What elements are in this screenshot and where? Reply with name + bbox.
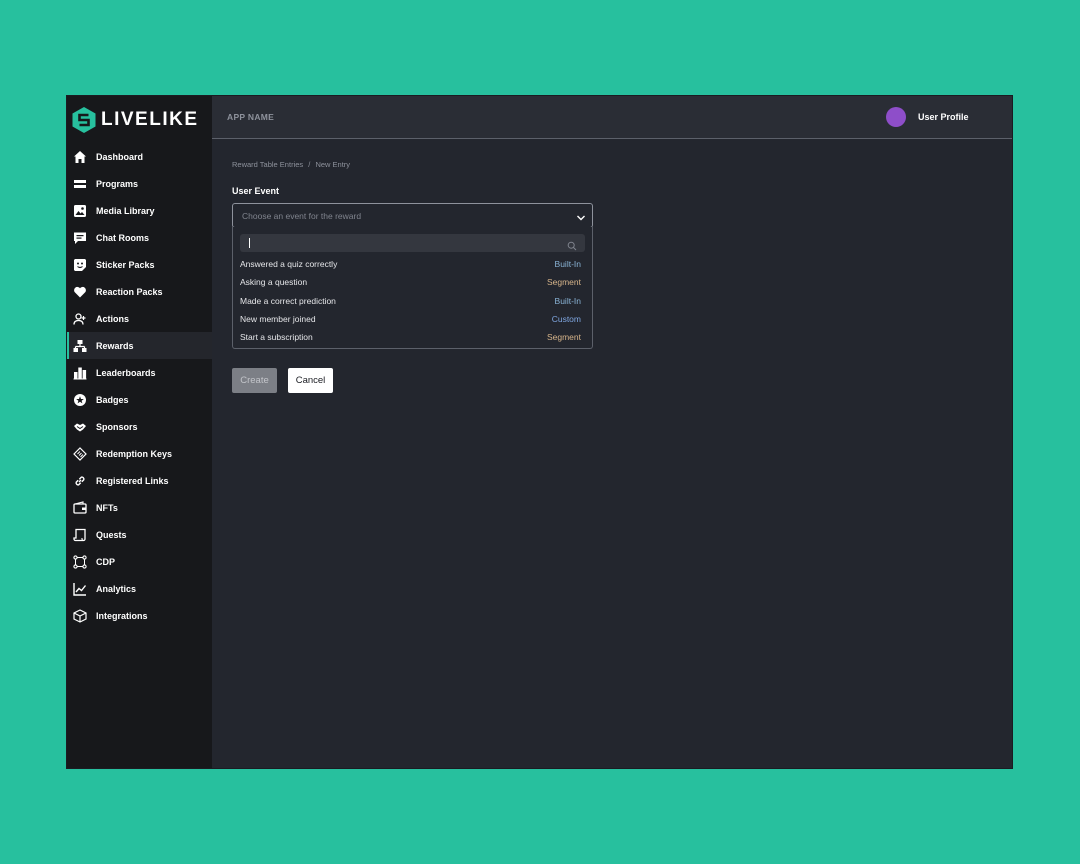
scroll-icon — [72, 527, 87, 542]
programs-icon — [72, 176, 87, 191]
livelike-logo[interactable]: LIVELIKE — [71, 106, 199, 134]
main-content: Reward Table Entries / New Entry User Ev… — [212, 139, 1012, 768]
sidebar-item-cdp[interactable]: CDP — [67, 548, 212, 575]
event-option[interactable]: New member joined Custom — [233, 310, 592, 328]
user-event-select[interactable]: Choose an event for the reward — [232, 203, 593, 228]
sidebar: LIVELIKE Dashboard Programs Media Librar… — [67, 96, 212, 768]
ticket-icon — [72, 446, 87, 461]
sidebar-item-label: Integrations — [96, 610, 148, 621]
sidebar-item-label: Redemption Keys — [96, 448, 173, 459]
event-option-type: Built-In — [554, 295, 581, 306]
sidebar-item-quests[interactable]: Quests — [67, 521, 212, 548]
sidebar-item-label: Sticker Packs — [96, 259, 155, 270]
event-option-type: Built-In — [554, 259, 581, 270]
user-event-label: User Event — [232, 186, 280, 196]
breadcrumb-parent[interactable]: Reward Table Entries — [232, 160, 303, 169]
sidebar-item-label: Badges — [96, 394, 129, 405]
user-profile-link[interactable]: User Profile — [918, 112, 969, 122]
event-option-name: New member joined — [240, 314, 316, 325]
app-name: APP NAME — [227, 112, 275, 122]
event-option-name: Answered a quiz correctly — [240, 259, 338, 270]
sidebar-item-label: Chat Rooms — [96, 232, 150, 243]
create-button[interactable]: Create — [232, 368, 277, 393]
app-window: LIVELIKE Dashboard Programs Media Librar… — [67, 96, 1012, 768]
sidebar-item-media-library[interactable]: Media Library — [67, 197, 212, 224]
sidebar-item-label: Programs — [96, 178, 139, 189]
sidebar-nav: Dashboard Programs Media Library Chat Ro… — [67, 143, 212, 629]
sidebar-item-label: Reaction Packs — [96, 286, 163, 297]
livelike-logo-icon — [72, 107, 96, 133]
sidebar-item-sponsors[interactable]: Sponsors — [67, 413, 212, 440]
cube-icon — [72, 608, 87, 623]
sidebar-item-label: Quests — [96, 529, 127, 540]
sidebar-item-rewards[interactable]: Rewards — [67, 332, 212, 359]
user-plus-icon — [72, 311, 87, 326]
wallet-icon — [72, 500, 87, 515]
sidebar-item-redemption-keys[interactable]: Redemption Keys — [67, 440, 212, 467]
sidebar-item-leaderboards[interactable]: Leaderboards — [67, 359, 212, 386]
search-icon — [567, 238, 577, 256]
chat-icon — [72, 230, 87, 245]
sidebar-item-label: NFTs — [96, 502, 118, 513]
sidebar-item-label: Leaderboards — [96, 367, 156, 378]
sidebar-item-chat-rooms[interactable]: Chat Rooms — [67, 224, 212, 251]
select-placeholder: Choose an event for the reward — [242, 211, 362, 221]
image-icon — [72, 203, 87, 218]
rewards-icon — [72, 338, 87, 353]
event-option[interactable]: Start a subscription Segment — [233, 328, 592, 346]
sidebar-item-analytics[interactable]: Analytics — [67, 575, 212, 602]
sidebar-item-integrations[interactable]: Integrations — [67, 602, 212, 629]
sidebar-item-actions[interactable]: Actions — [67, 305, 212, 332]
event-search-input[interactable] — [246, 236, 546, 250]
event-option[interactable]: Made a correct prediction Built-In — [233, 292, 592, 310]
chevron-down-icon[interactable] — [576, 210, 586, 228]
breadcrumb: Reward Table Entries / New Entry — [232, 160, 353, 169]
link-icon — [72, 473, 87, 488]
event-dropdown: Answered a quiz correctly Built-In Askin… — [232, 227, 593, 349]
dropdown-search — [240, 234, 585, 252]
breadcrumb-current: New Entry — [315, 160, 351, 169]
top-bar: APP NAME User Profile — [212, 96, 1012, 139]
avatar[interactable] — [886, 107, 906, 127]
chart-icon — [72, 581, 87, 596]
badge-icon — [72, 392, 87, 407]
event-option-name: Asking a question — [240, 277, 308, 288]
event-option-name: Start a subscription — [240, 332, 313, 343]
heart-icon — [72, 284, 87, 299]
sidebar-item-label: Sponsors — [96, 421, 138, 432]
breadcrumb-separator: / — [308, 160, 311, 169]
sidebar-item-nfts[interactable]: NFTs — [67, 494, 212, 521]
event-option-type: Custom — [551, 314, 581, 325]
event-options: Answered a quiz correctly Built-In Askin… — [233, 255, 592, 346]
event-option[interactable]: Answered a quiz correctly Built-In — [233, 255, 592, 273]
graph-icon — [72, 554, 87, 569]
sidebar-item-label: Registered Links — [96, 475, 169, 486]
sidebar-item-label: Media Library — [96, 205, 155, 216]
home-icon — [72, 149, 87, 164]
cancel-button[interactable]: Cancel — [288, 368, 333, 393]
event-option-type: Segment — [546, 277, 581, 288]
sidebar-item-sticker-packs[interactable]: Sticker Packs — [67, 251, 212, 278]
sidebar-item-dashboard[interactable]: Dashboard — [67, 143, 212, 170]
sidebar-item-badges[interactable]: Badges — [67, 386, 212, 413]
event-option[interactable]: Asking a question Segment — [233, 273, 592, 291]
event-option-name: Made a correct prediction — [240, 295, 336, 306]
sidebar-item-label: CDP — [96, 556, 116, 567]
sidebar-item-label: Actions — [96, 313, 130, 324]
event-option-type: Segment — [546, 332, 581, 343]
sidebar-item-registered-links[interactable]: Registered Links — [67, 467, 212, 494]
sidebar-item-label: Rewards — [96, 340, 134, 351]
brand-name: LIVELIKE — [101, 109, 199, 130]
sidebar-item-label: Analytics — [96, 583, 137, 594]
sidebar-item-programs[interactable]: Programs — [67, 170, 212, 197]
sidebar-item-label: Dashboard — [96, 151, 144, 162]
sticker-icon — [72, 257, 87, 272]
leaderboard-icon — [72, 365, 87, 380]
sponsor-icon — [72, 419, 87, 434]
sidebar-item-reaction-packs[interactable]: Reaction Packs — [67, 278, 212, 305]
